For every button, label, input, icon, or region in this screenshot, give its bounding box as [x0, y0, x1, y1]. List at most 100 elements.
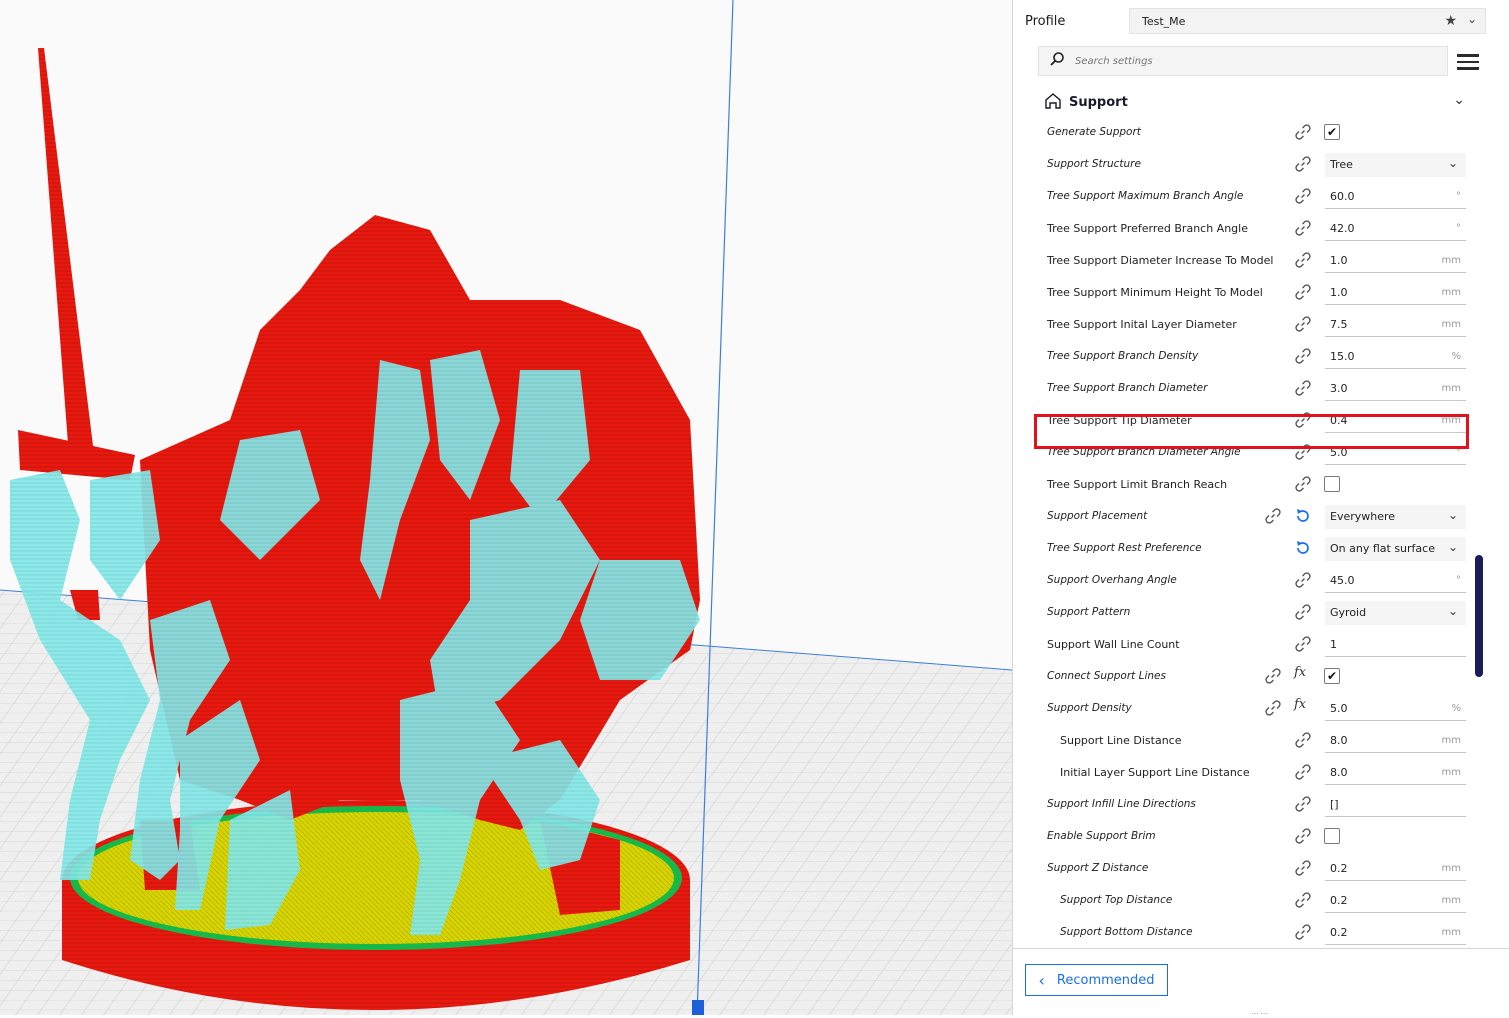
- star-icon[interactable]: ★: [1444, 13, 1457, 29]
- setting-input[interactable]: 8.0 mm: [1325, 761, 1466, 785]
- setting-input[interactable]: 1.0 mm: [1325, 249, 1466, 273]
- setting-row[interactable]: Initial Layer Support Line Distance 8.0 mm: [1013, 757, 1483, 789]
- setting-unit: mm: [1441, 927, 1461, 938]
- link-icon[interactable]: [1294, 475, 1312, 493]
- setting-value: 8.0: [1330, 734, 1348, 747]
- setting-row[interactable]: Generate Support ✔: [1013, 117, 1483, 149]
- link-icon[interactable]: [1294, 731, 1312, 749]
- setting-input[interactable]: 1.0 mm: [1325, 281, 1466, 305]
- link-icon[interactable]: [1294, 315, 1312, 333]
- setting-row[interactable]: Tree Support Minimum Height To Model 1.0 m…: [1013, 277, 1483, 309]
- footer: ‹ Recommended ⋯⋯: [1013, 948, 1509, 1018]
- setting-input[interactable]: 45.0 °: [1325, 569, 1466, 593]
- setting-input[interactable]: 1: [1325, 633, 1466, 657]
- setting-input[interactable]: 0.2 mm: [1325, 921, 1466, 945]
- setting-row[interactable]: Tree Support Diameter Increase To Model 1…: [1013, 245, 1483, 277]
- setting-row[interactable]: Support Pattern Gyroid ⌄: [1013, 597, 1483, 629]
- setting-row[interactable]: Tree Support Rest Preference On any flat …: [1013, 533, 1483, 565]
- link-icon[interactable]: [1264, 507, 1282, 525]
- setting-row[interactable]: Connect Support Lines fx ✔: [1013, 661, 1483, 693]
- link-icon[interactable]: [1294, 763, 1312, 781]
- fx-icon[interactable]: fx: [1294, 665, 1306, 680]
- setting-input[interactable]: 7.5 mm: [1325, 313, 1466, 337]
- setting-input[interactable]: 8.0 mm: [1325, 729, 1466, 753]
- setting-unit: mm: [1441, 319, 1461, 330]
- settings-list[interactable]: Generate Support ✔ Support Structure Tree ⌄ T…: [1013, 117, 1493, 947]
- link-icon[interactable]: [1294, 923, 1312, 941]
- setting-input[interactable]: 0.2 mm: [1325, 857, 1466, 881]
- chevron-down-icon[interactable]: ⌄: [1453, 92, 1465, 108]
- 3d-viewport[interactable]: [0, 0, 1012, 1015]
- setting-row[interactable]: Tree Support Inital Layer Diameter 7.5 mm: [1013, 309, 1483, 341]
- setting-label: Initial Layer Support Line Distance: [1060, 766, 1250, 779]
- link-icon[interactable]: [1294, 123, 1312, 141]
- setting-input[interactable]: 15.0%: [1325, 345, 1466, 369]
- link-icon[interactable]: [1264, 667, 1282, 685]
- setting-row[interactable]: Support Line Distance 8.0 mm: [1013, 725, 1483, 757]
- setting-row[interactable]: Enable Support Brim: [1013, 821, 1483, 853]
- setting-dropdown[interactable]: Gyroid ⌄: [1325, 601, 1466, 625]
- link-icon[interactable]: [1294, 219, 1312, 237]
- setting-checkbox[interactable]: ✔: [1324, 124, 1340, 140]
- scrollbar[interactable]: [1475, 555, 1483, 677]
- reset-icon[interactable]: [1294, 539, 1312, 557]
- setting-value: Gyroid: [1330, 606, 1367, 619]
- setting-checkbox[interactable]: [1324, 828, 1340, 844]
- setting-checkbox[interactable]: [1324, 476, 1340, 492]
- setting-row[interactable]: Support Wall Line Count 1: [1013, 629, 1483, 661]
- setting-row[interactable]: Tree Support Preferred Branch Angle 42.0 °: [1013, 213, 1483, 245]
- link-icon[interactable]: [1294, 571, 1312, 589]
- setting-input[interactable]: 60.0 °: [1325, 185, 1466, 209]
- link-icon[interactable]: [1294, 155, 1312, 173]
- setting-input[interactable]: 0.2 mm: [1325, 889, 1466, 913]
- setting-label: Tree Support Diameter Increase To Model: [1047, 254, 1274, 267]
- category-header-support[interactable]: Support ⌄: [1045, 90, 1465, 114]
- setting-row[interactable]: Support Top Distance 0.2 mm: [1013, 885, 1483, 917]
- setting-input[interactable]: 42.0 °: [1325, 217, 1466, 241]
- fx-icon[interactable]: fx: [1294, 697, 1306, 712]
- setting-row[interactable]: Support Placement Everywhere ⌄: [1013, 501, 1483, 533]
- setting-unit: mm: [1441, 767, 1461, 778]
- setting-row[interactable]: Tree Support Branch Diameter 3.0 mm: [1013, 373, 1483, 405]
- setting-row[interactable]: Support Structure Tree ⌄: [1013, 149, 1483, 181]
- setting-unit: mm: [1441, 735, 1461, 746]
- link-icon[interactable]: [1294, 379, 1312, 397]
- link-icon[interactable]: [1294, 827, 1312, 845]
- category-label: Support: [1069, 94, 1128, 110]
- setting-row[interactable]: Support Z Distance 0.2 mm: [1013, 853, 1483, 885]
- setting-input[interactable]: 5.0%: [1325, 697, 1466, 721]
- link-icon[interactable]: [1264, 699, 1282, 717]
- link-icon[interactable]: [1294, 891, 1312, 909]
- setting-input[interactable]: 3.0 mm: [1325, 377, 1466, 401]
- recommended-button[interactable]: ‹ Recommended: [1025, 964, 1168, 996]
- link-icon[interactable]: [1294, 187, 1312, 205]
- setting-input[interactable]: []: [1325, 793, 1466, 817]
- reset-icon[interactable]: [1294, 507, 1312, 525]
- search-input[interactable]: [1075, 55, 1415, 67]
- link-icon[interactable]: [1294, 635, 1312, 653]
- setting-row[interactable]: Tree Support Branch Density 15.0%: [1013, 341, 1483, 373]
- setting-row[interactable]: Support Infill Line Directions []: [1013, 789, 1483, 821]
- link-icon[interactable]: [1294, 603, 1312, 621]
- setting-dropdown[interactable]: Everywhere ⌄: [1325, 505, 1466, 529]
- setting-checkbox[interactable]: ✔: [1324, 668, 1340, 684]
- chevron-down-icon: ⌄: [1447, 604, 1458, 618]
- link-icon[interactable]: [1294, 859, 1312, 877]
- setting-label: Connect Support Lines: [1047, 670, 1166, 682]
- link-icon[interactable]: [1294, 251, 1312, 269]
- link-icon[interactable]: [1294, 283, 1312, 301]
- setting-dropdown[interactable]: On any flat surface ⌄: [1325, 537, 1466, 561]
- setting-row[interactable]: Support Bottom Distance 0.2 mm: [1013, 917, 1483, 947]
- link-icon[interactable]: [1294, 795, 1312, 813]
- setting-label: Support Wall Line Count: [1047, 638, 1180, 651]
- link-icon[interactable]: [1294, 347, 1312, 365]
- setting-row[interactable]: Support Density fx 5.0%: [1013, 693, 1483, 725]
- setting-row[interactable]: Tree Support Limit Branch Reach: [1013, 469, 1483, 501]
- menu-icon[interactable]: [1457, 50, 1479, 72]
- profile-select[interactable]: Test_Me ★ ⌄: [1129, 8, 1486, 34]
- setting-label: Support Z Distance: [1047, 862, 1149, 874]
- setting-row[interactable]: Support Overhang Angle 45.0 °: [1013, 565, 1483, 597]
- setting-row[interactable]: Tree Support Maximum Branch Angle 60.0 °: [1013, 181, 1483, 213]
- resize-handle[interactable]: ⋯⋯: [1251, 1009, 1269, 1018]
- setting-dropdown[interactable]: Tree ⌄: [1325, 153, 1466, 177]
